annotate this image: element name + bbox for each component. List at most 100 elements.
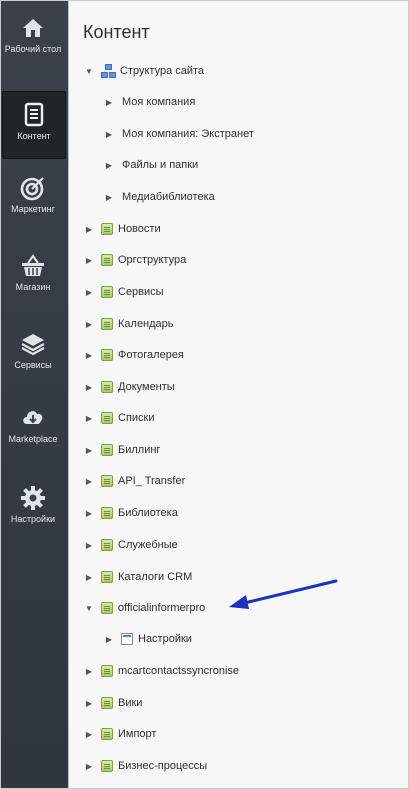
tree-item-label: Моя компания [122, 96, 196, 108]
tree-item-label: Импорт [118, 728, 157, 740]
iblock-icon [101, 760, 113, 772]
tree-item-library[interactable]: ▶ Библиотека [83, 503, 178, 523]
expand-arrow-icon[interactable]: ▼ [83, 67, 95, 76]
iblock-icon [101, 697, 113, 709]
tree-item-label: mcartcontactssyncronise [118, 665, 240, 677]
iblock-icon [101, 571, 113, 583]
tree-item-label: Файлы и папки [122, 159, 199, 171]
sidebar-item-desktop[interactable]: Рабочий стол [2, 15, 64, 81]
collapse-arrow-icon[interactable]: ▶ [103, 161, 115, 170]
tree-item-label: API_ Transfer [118, 475, 186, 487]
collapse-arrow-icon[interactable]: ▶ [83, 256, 95, 265]
iblock-icon [101, 539, 113, 551]
tree-item-wiki[interactable]: ▶ Вики [83, 693, 142, 713]
expand-arrow-icon[interactable]: ▼ [83, 604, 95, 613]
sidebar-item-marketing[interactable]: Маркетинг [2, 175, 64, 241]
iblock-icon [101, 349, 113, 361]
collapse-arrow-icon[interactable]: ▶ [103, 193, 115, 202]
tree-item-label: Оргструктура [118, 254, 187, 266]
tree-item-billing[interactable]: ▶ Биллинг [83, 440, 160, 460]
collapse-arrow-icon[interactable]: ▶ [83, 351, 95, 360]
tree-item-import[interactable]: ▶ Импорт [83, 724, 156, 744]
tree-item-documents[interactable]: ▶ Документы [83, 377, 175, 397]
collapse-arrow-icon[interactable]: ▶ [83, 383, 95, 392]
form-icon [121, 633, 133, 645]
home-icon [23, 19, 43, 37]
tree-item-service[interactable]: ▶ Служебные [83, 535, 178, 555]
tree-item-news[interactable]: ▶ Новости [83, 219, 161, 239]
tree-item-label: Новости [118, 223, 161, 235]
collapse-arrow-icon[interactable]: ▶ [83, 762, 95, 771]
tree-item-services[interactable]: ▶ Сервисы [83, 282, 164, 302]
sidebar-item-marketplace[interactable]: Marketplace [2, 405, 64, 471]
collapse-arrow-icon[interactable]: ▶ [83, 573, 95, 582]
sidebar-item-shop[interactable]: Магазин [2, 253, 64, 319]
sidebar-label: Настройки [10, 514, 56, 524]
collapse-arrow-icon[interactable]: ▶ [83, 667, 95, 676]
iblock-icon [101, 507, 113, 519]
iblock-icon [101, 444, 113, 456]
collapse-arrow-icon[interactable]: ▶ [83, 541, 95, 550]
layers-icon [21, 334, 45, 356]
collapse-arrow-icon[interactable]: ▶ [83, 509, 95, 518]
tree-item-label: Каталоги CRM [118, 571, 193, 583]
tree-item-media-library[interactable]: ▶ Медиабиблиотека [103, 187, 215, 207]
collapse-arrow-icon[interactable]: ▶ [83, 446, 95, 455]
iblock-icon [101, 223, 113, 235]
tree-item-calendar[interactable]: ▶ Календарь [83, 314, 174, 334]
tree-item-label: Служебные [118, 539, 178, 551]
tree-item-label: Документы [118, 381, 175, 393]
collapse-arrow-icon[interactable]: ▶ [83, 477, 95, 486]
page-title: Контент [83, 22, 150, 42]
collapse-arrow-icon[interactable]: ▶ [83, 699, 95, 708]
left-sidebar: Рабочий стол Контент Маркетинг Магазин С… [1, 1, 68, 788]
app-window: Рабочий стол Контент Маркетинг Магазин С… [0, 0, 409, 789]
tree-item-site-structure[interactable]: ▼ Структура сайта [83, 61, 204, 81]
tree-item-business-processes[interactable]: ▶ Бизнес-процессы [83, 756, 207, 776]
tree-item-label: officialinformerpro [118, 602, 206, 614]
tree-item-label: Структура сайта [120, 65, 205, 77]
sidebar-label: Рабочий стол [4, 44, 62, 54]
tree-item-crm-catalogs[interactable]: ▶ Каталоги CRM [83, 567, 192, 587]
basket-icon [22, 254, 44, 276]
sidebar-item-services[interactable]: Сервисы [2, 331, 64, 397]
tree-item-label: Настройки [138, 633, 192, 645]
tree-item-officialinformerpro[interactable]: ▼ officialinformerpro [83, 598, 205, 618]
tree-item-label: Календарь [118, 318, 174, 330]
sidebar-label: Marketplace [8, 434, 58, 444]
tree-item-photo-gallery[interactable]: ▶ Фотогалерея [83, 345, 184, 365]
sidebar-label: Маркетинг [11, 204, 55, 214]
sidebar-item-content[interactable]: Контент [2, 91, 66, 159]
iblock-icon [101, 475, 113, 487]
tree-item-label: Бизнес-процессы [118, 760, 208, 772]
tree-item-org-structure[interactable]: ▶ Оргструктура [83, 250, 186, 270]
iblock-icon [101, 665, 113, 677]
collapse-arrow-icon[interactable]: ▶ [103, 98, 115, 107]
collapse-arrow-icon[interactable]: ▶ [83, 414, 95, 423]
tree-item-my-company[interactable]: ▶ Моя компания [103, 92, 195, 112]
collapse-arrow-icon[interactable]: ▶ [83, 730, 95, 739]
collapse-arrow-icon[interactable]: ▶ [103, 130, 115, 139]
tree-item-label: Фотогалерея [118, 349, 184, 361]
sidebar-label: Контент [17, 131, 51, 141]
sidebar-item-settings[interactable]: Настройки [2, 485, 64, 551]
tree-item-label: Биллинг [118, 444, 161, 456]
iblock-icon [101, 286, 113, 298]
tree-item-lists[interactable]: ▶ Списки [83, 408, 155, 428]
iblock-icon [101, 254, 113, 266]
tree-item-api-transfer[interactable]: ▶ API_ Transfer [83, 471, 185, 491]
cloud-download-icon [23, 411, 43, 424]
document-icon [24, 102, 44, 127]
iblock-icon [101, 728, 113, 740]
tree-item-my-company-extranet[interactable]: ▶ Моя компания: Экстранет [103, 124, 254, 144]
sidebar-label: Магазин [15, 282, 51, 292]
gear-icon [21, 486, 45, 510]
collapse-arrow-icon[interactable]: ▶ [83, 225, 95, 234]
tree-item-files-folders[interactable]: ▶ Файлы и папки [103, 155, 198, 175]
tree-item-settings[interactable]: ▶ Настройки [103, 629, 192, 649]
tree-item-mcartcontactssyncronise[interactable]: ▶ mcartcontactssyncronise [83, 661, 239, 681]
iblock-icon [101, 381, 113, 393]
collapse-arrow-icon[interactable]: ▶ [83, 320, 95, 329]
collapse-arrow-icon[interactable]: ▶ [103, 635, 115, 644]
collapse-arrow-icon[interactable]: ▶ [83, 288, 95, 297]
